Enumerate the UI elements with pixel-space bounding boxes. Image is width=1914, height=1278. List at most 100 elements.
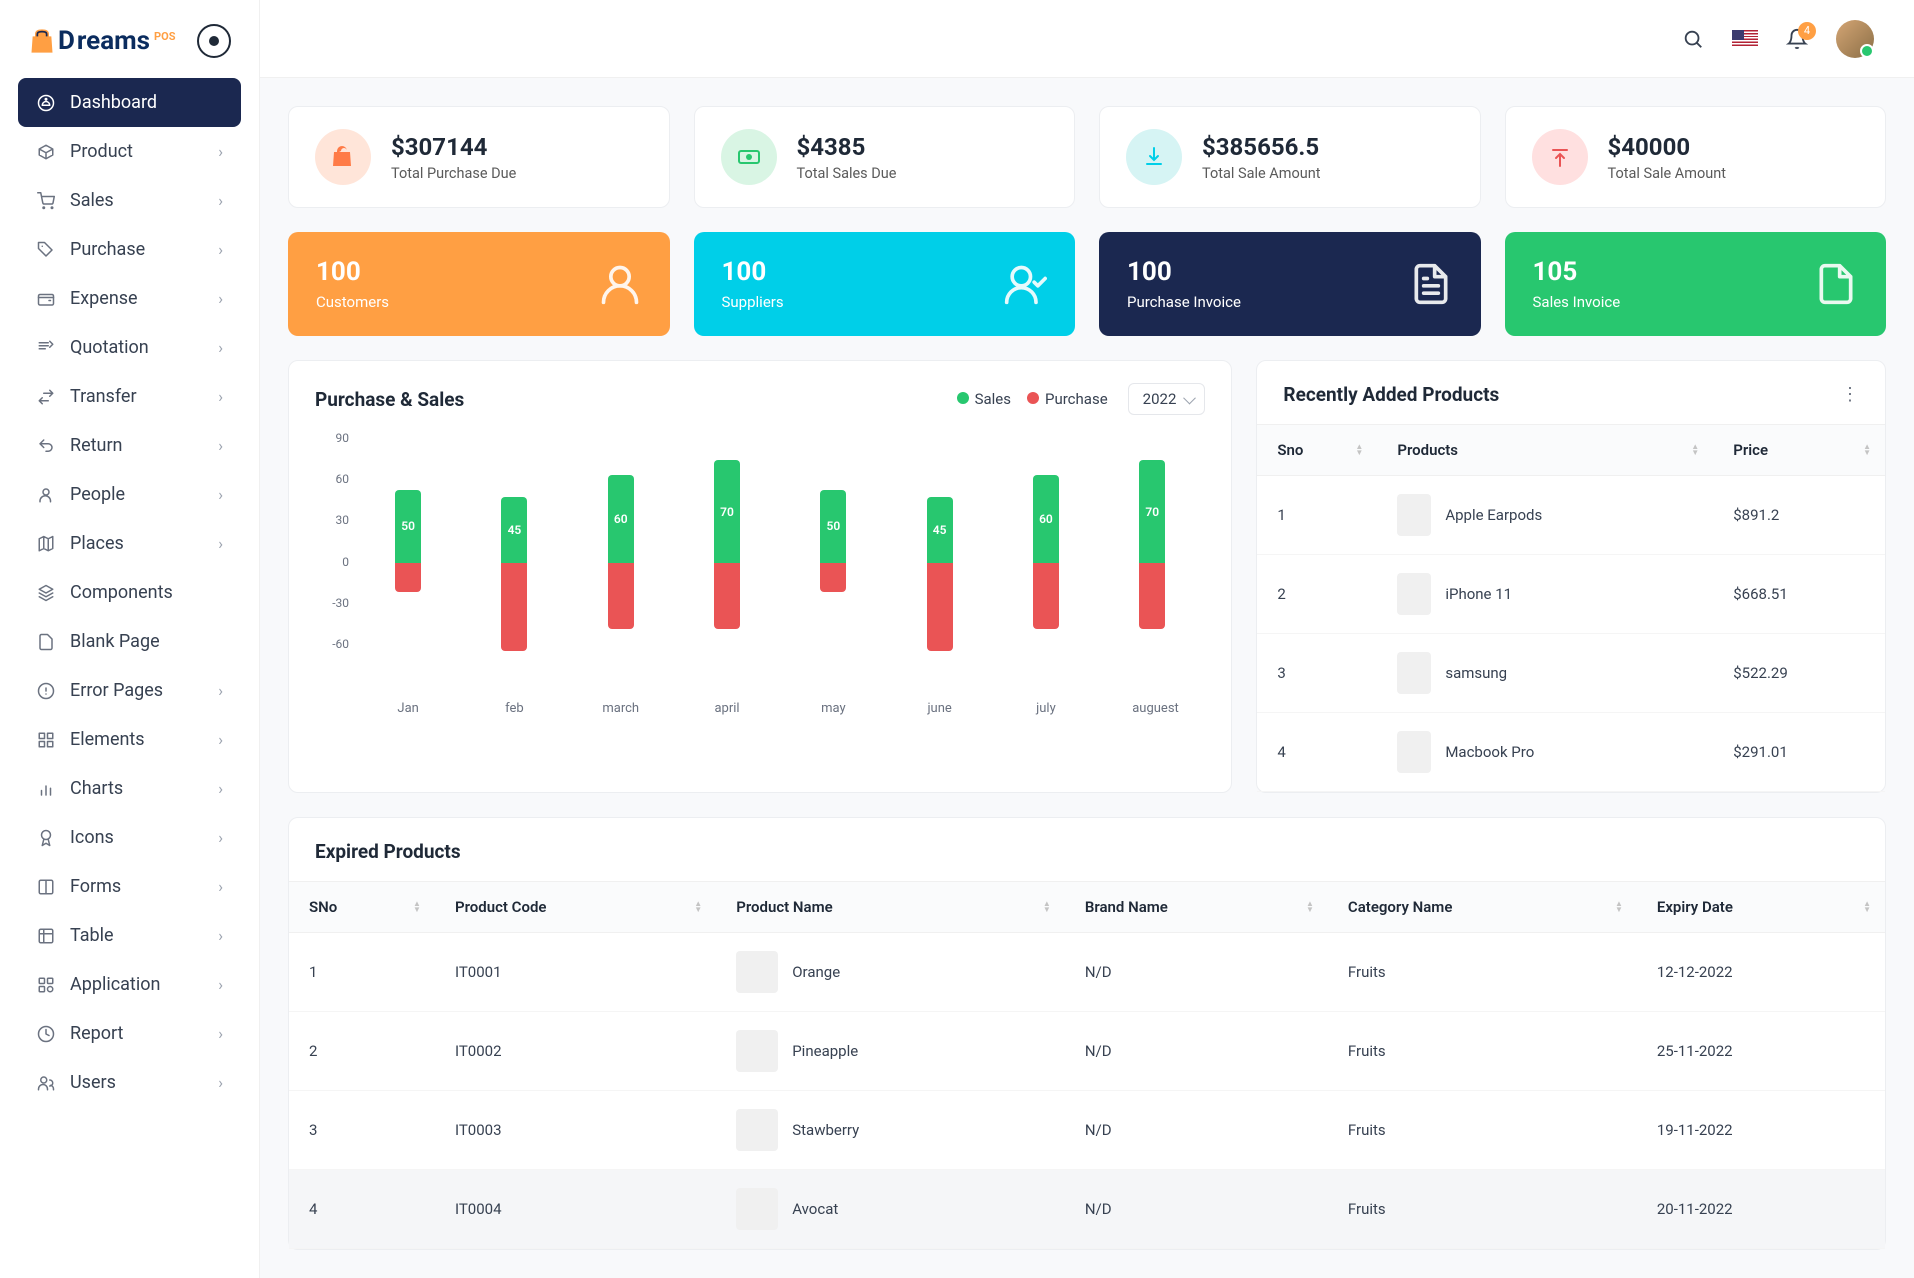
col-expiry[interactable]: Expiry Date▲▼ (1637, 882, 1885, 933)
col-sno[interactable]: Sno▲▼ (1257, 425, 1377, 476)
sidebar-item-report[interactable]: Report› (18, 1009, 241, 1058)
chevron-right-icon: › (218, 387, 223, 406)
sidebar-item-people[interactable]: People› (18, 470, 241, 519)
sidebar-item-dashboard[interactable]: Dashboard (18, 78, 241, 127)
sidebar-item-application[interactable]: Application› (18, 960, 241, 1009)
avatar (1836, 20, 1874, 58)
product-link[interactable]: Pineapple (792, 1042, 858, 1060)
tile-sales-invoice[interactable]: 105Sales Invoice (1505, 232, 1887, 336)
product-link[interactable]: samsung (1445, 664, 1507, 682)
stat-icon (315, 129, 371, 185)
product-link[interactable]: Orange (792, 963, 840, 981)
table-row[interactable]: 4Macbook Pro$291.01 (1257, 713, 1885, 792)
y-tick: 30 (315, 513, 349, 527)
gauge-icon (36, 93, 56, 113)
recent-menu-button[interactable]: ⋮ (1841, 384, 1859, 405)
sidebar-item-sales[interactable]: Sales› (18, 176, 241, 225)
sort-icon: ▲▼ (1691, 444, 1699, 456)
nav-label: Transfer (70, 386, 137, 407)
table-row[interactable]: 4IT0004AvocatN/DFruits20-11-2022 (289, 1170, 1885, 1249)
sidebar-item-expense[interactable]: Expense› (18, 274, 241, 323)
sidebar-item-transfer[interactable]: Transfer › (18, 372, 241, 421)
sidebar-item-product[interactable]: Product› (18, 127, 241, 176)
recent-table: Sno▲▼ Products▲▼ Price▲▼ 1Apple Earpods$… (1257, 424, 1885, 792)
tile-row: 100Customers100Suppliers100Purchase Invo… (288, 232, 1886, 336)
sidebar-item-blank-page[interactable]: Blank Page (18, 617, 241, 666)
stat-card[interactable]: $40000Total Sale Amount (1505, 106, 1887, 208)
col-code[interactable]: Product Code▲▼ (435, 882, 716, 933)
bar-purchase (395, 563, 421, 592)
product-link[interactable]: Macbook Pro (1445, 743, 1534, 761)
code-link[interactable]: IT0001 (455, 963, 502, 981)
topbar: 4 (260, 0, 1914, 78)
bar-column: 50 (388, 431, 428, 651)
chevron-right-icon: › (218, 142, 223, 161)
product-link[interactable]: Avocat (792, 1200, 838, 1218)
table-row[interactable]: 1IT0001OrangeN/DFruits12-12-2022 (289, 933, 1885, 1012)
sidebar-item-users[interactable]: Users› (18, 1058, 241, 1107)
year-select[interactable]: 2022 (1128, 383, 1206, 415)
stat-value: $307144 (391, 133, 516, 161)
notifications-button[interactable]: 4 (1786, 28, 1808, 50)
sort-icon: ▲▼ (413, 901, 421, 913)
x-tick: april (707, 701, 747, 716)
sidebar-item-return[interactable]: Return› (18, 421, 241, 470)
sidebar-collapse-button[interactable] (197, 24, 231, 58)
cell-price: $891.2 (1713, 476, 1885, 555)
cell-sno: 1 (289, 933, 435, 1012)
bar-purchase (608, 563, 634, 629)
col-name[interactable]: Product Name▲▼ (716, 882, 1065, 933)
cell-price: $291.01 (1713, 713, 1885, 792)
table-row[interactable]: 2iPhone 11$668.51 (1257, 555, 1885, 634)
award-icon (36, 828, 56, 848)
language-button[interactable] (1732, 30, 1758, 48)
sidebar-item-forms[interactable]: Forms› (18, 862, 241, 911)
search-icon (1682, 28, 1704, 50)
file-icon (1814, 262, 1858, 306)
product-link[interactable]: iPhone 11 (1445, 585, 1512, 603)
profile-button[interactable] (1836, 20, 1874, 58)
search-button[interactable] (1682, 28, 1704, 50)
product-link[interactable]: Apple Earpods (1445, 506, 1542, 524)
tile-customers[interactable]: 100Customers (288, 232, 670, 336)
col-brand[interactable]: Brand Name▲▼ (1065, 882, 1328, 933)
sidebar-item-elements[interactable]: Elements› (18, 715, 241, 764)
table-row[interactable]: 2IT0002PineappleN/DFruits25-11-2022 (289, 1012, 1885, 1091)
table-row[interactable]: 3IT0003StawberryN/DFruits19-11-2022 (289, 1091, 1885, 1170)
code-link[interactable]: IT0003 (455, 1121, 502, 1139)
user-icon (36, 485, 56, 505)
bar-purchase (714, 563, 740, 629)
y-tick: 60 (315, 472, 349, 486)
table-row[interactable]: 3samsung$522.29 (1257, 634, 1885, 713)
sidebar-item-quotation[interactable]: Quotation› (18, 323, 241, 372)
logo[interactable]: DreamsPOS (28, 26, 175, 56)
cell-price: $522.29 (1713, 634, 1885, 713)
col-sno[interactable]: SNo▲▼ (289, 882, 435, 933)
sidebar-item-purchase[interactable]: Purchase› (18, 225, 241, 274)
sidebar-item-components[interactable]: Components (18, 568, 241, 617)
col-price[interactable]: Price▲▼ (1713, 425, 1885, 476)
tile-label: Purchase Invoice (1127, 293, 1241, 311)
sidebar-item-charts[interactable]: Charts› (18, 764, 241, 813)
cell-expiry: 12-12-2022 (1637, 933, 1885, 1012)
table-row[interactable]: 1Apple Earpods$891.2 (1257, 476, 1885, 555)
cell-name: Pineapple (716, 1012, 1065, 1091)
code-link[interactable]: IT0002 (455, 1042, 502, 1060)
sidebar-item-places[interactable]: Places› (18, 519, 241, 568)
product-link[interactable]: Stawberry (792, 1121, 859, 1139)
sort-icon: ▲▼ (694, 901, 702, 913)
stat-card[interactable]: $385656.5Total Sale Amount (1099, 106, 1481, 208)
col-category[interactable]: Category Name▲▼ (1328, 882, 1637, 933)
sidebar-item-error-pages[interactable]: Error Pages› (18, 666, 241, 715)
code-link[interactable]: IT0004 (455, 1200, 502, 1218)
stat-card[interactable]: $4385Total Sales Due (694, 106, 1076, 208)
stat-card[interactable]: $307144Total Purchase Due (288, 106, 670, 208)
sidebar-item-table[interactable]: Table› (18, 911, 241, 960)
cell-sno: 4 (289, 1170, 435, 1249)
col-products[interactable]: Products▲▼ (1377, 425, 1713, 476)
tile-purchase-invoice[interactable]: 100Purchase Invoice (1099, 232, 1481, 336)
map-icon (36, 534, 56, 554)
tile-suppliers[interactable]: 100Suppliers (694, 232, 1076, 336)
cell-category: Fruits (1328, 1091, 1637, 1170)
sidebar-item-icons[interactable]: Icons› (18, 813, 241, 862)
